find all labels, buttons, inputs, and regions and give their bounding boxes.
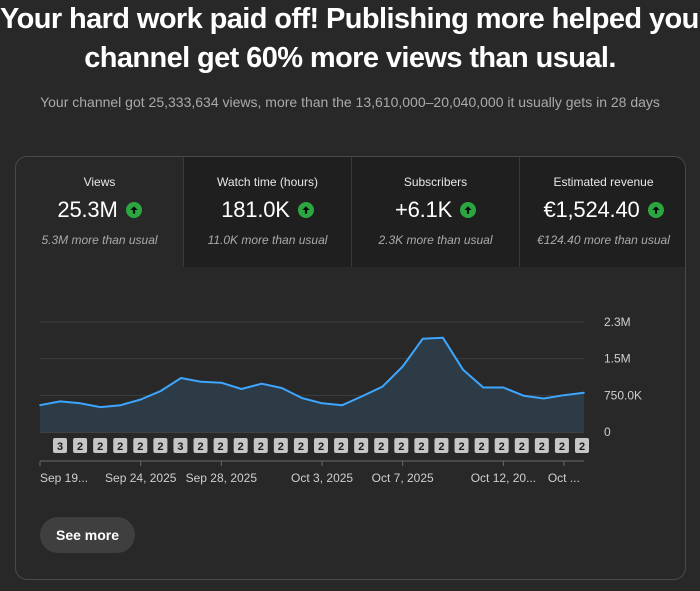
data-point [341, 404, 344, 407]
upload-marker-count: 2 [278, 441, 284, 453]
data-point [39, 404, 41, 407]
data-point [542, 397, 545, 400]
data-point [442, 336, 444, 339]
y-tick-label: 2.3M [604, 315, 631, 329]
data-point [220, 381, 223, 384]
upload-marker-count: 3 [177, 441, 183, 453]
upload-marker-count: 2 [358, 441, 364, 453]
upload-marker-count: 2 [258, 441, 264, 453]
upload-marker-count: 2 [398, 441, 404, 453]
upload-marker-count: 2 [559, 441, 565, 453]
upload-marker-count: 2 [117, 441, 123, 453]
data-point [361, 395, 364, 397]
insight-card: Views 25.3M 5.3M more than usual Watch t… [15, 156, 686, 580]
y-tick-label: 750.0K [604, 388, 642, 402]
upload-marker-count: 2 [238, 441, 244, 453]
data-point [240, 388, 243, 390]
upload-marker-count: 2 [197, 441, 203, 453]
upload-marker-count: 2 [458, 441, 464, 453]
data-point [79, 402, 82, 405]
headline-line-1: Your hard work paid off! Publishing more… [0, 3, 700, 35]
summary-text: Your channel got 25,333,634 views, more … [40, 94, 660, 110]
data-point [139, 398, 142, 401]
y-tick-label: 0 [604, 425, 611, 439]
headline: Your hard work paid off! Publishing more… [0, 0, 700, 78]
data-point [401, 365, 404, 368]
views-area [40, 337, 584, 432]
headline-line-2: channel get 60% more views than usual. [84, 42, 616, 74]
upload-marker-count: 2 [579, 441, 585, 453]
data-point [59, 400, 61, 403]
data-point [502, 386, 505, 389]
x-tick-label: Oct ... [548, 471, 580, 485]
upload-marker-count: 2 [157, 441, 163, 453]
see-more-button[interactable]: See more [40, 517, 136, 553]
upload-marker-count: 2 [318, 441, 324, 453]
upload-marker-count: 2 [479, 441, 485, 453]
data-point [583, 391, 585, 394]
upload-marker-count: 2 [499, 441, 505, 453]
x-tick-label: Oct 7, 2025 [372, 471, 434, 485]
upload-marker-count: 2 [519, 441, 525, 453]
data-point [160, 390, 162, 392]
upload-marker-count: 3 [57, 441, 63, 453]
upload-marker-count: 2 [218, 441, 224, 453]
x-tick-label: Oct 3, 2025 [291, 471, 353, 485]
data-point [200, 380, 202, 383]
data-point [99, 406, 102, 408]
upload-marker-count: 2 [418, 441, 424, 453]
data-point [280, 387, 283, 389]
data-point [260, 382, 263, 385]
y-tick-label: 1.5M [604, 352, 631, 366]
data-point [301, 397, 303, 399]
data-point [482, 386, 485, 389]
data-point [462, 369, 464, 371]
x-tick-label: Sep 24, 2025 [105, 471, 177, 485]
upload-marker-count: 2 [97, 441, 103, 453]
x-tick-label: Oct 12, 20... [471, 471, 536, 485]
data-point [119, 404, 122, 407]
upload-marker-count: 2 [137, 441, 143, 453]
upload-marker-count: 2 [539, 441, 545, 453]
upload-marker-count: 2 [338, 441, 344, 453]
data-point [422, 337, 424, 340]
x-tick-label: Sep 19... [40, 471, 88, 485]
upload-marker-count: 2 [438, 441, 444, 453]
data-point [563, 394, 565, 396]
upload-marker-count: 2 [378, 441, 384, 453]
data-point [381, 385, 384, 388]
data-point [321, 402, 323, 405]
upload-marker-count: 2 [77, 441, 83, 453]
data-point [522, 394, 525, 397]
upload-marker-count: 2 [298, 441, 304, 453]
x-tick-label: Sep 28, 2025 [186, 471, 258, 485]
data-point [180, 377, 182, 379]
